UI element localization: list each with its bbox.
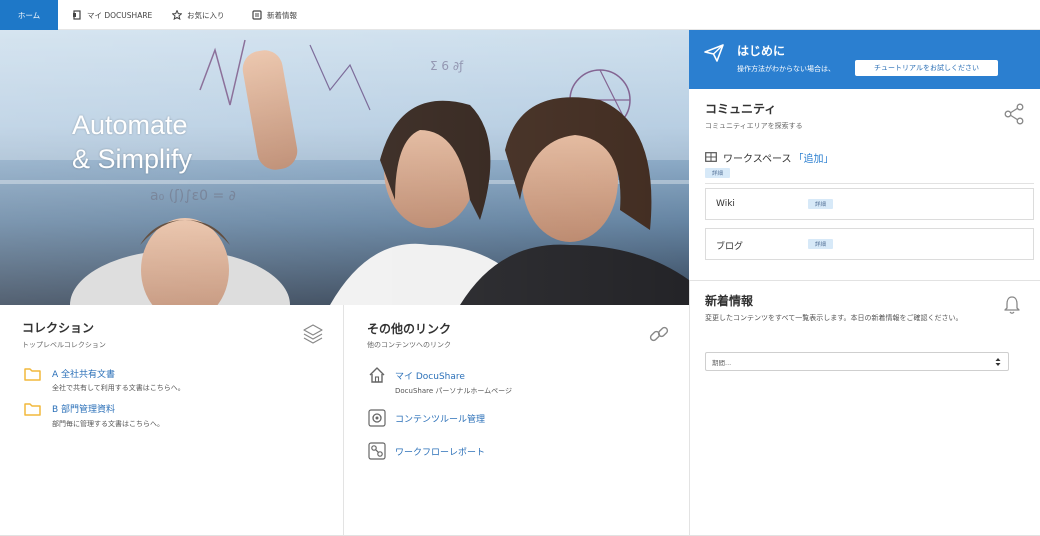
nav-tab-whats-new[interactable]: 新着情報 xyxy=(252,0,297,30)
workspace-detail-badge[interactable]: 詳細 xyxy=(705,168,731,178)
bell-icon[interactable] xyxy=(1003,295,1021,315)
community-subtitle: コミュニティエリアを探索する xyxy=(705,122,803,130)
column-divider xyxy=(689,281,690,536)
news-description: 変更したコンテンツをすべて一覧表示します。本日の新着情報をご確認ください。 xyxy=(705,314,963,322)
blog-card[interactable]: ブログ 詳細 xyxy=(705,228,1034,260)
column-divider xyxy=(343,305,344,536)
hero-title-line-2: & Simplify xyxy=(72,144,193,174)
wiki-detail-badge[interactable]: 詳細 xyxy=(808,199,834,209)
link-my-docushare-desc: DocuShare パーソナルホームページ xyxy=(395,387,513,395)
divider xyxy=(705,183,1034,184)
table-icon xyxy=(705,152,717,162)
wiki-card[interactable]: Wiki 詳細 xyxy=(705,188,1034,220)
nav-tab-favorites[interactable]: お気に入り xyxy=(172,0,225,30)
gear-icon xyxy=(368,409,386,427)
folder-icon xyxy=(24,403,41,416)
getting-started-title: はじめに xyxy=(737,44,786,58)
document-icon xyxy=(72,10,82,20)
collections-title: コレクション xyxy=(22,321,95,335)
link-icon xyxy=(649,326,669,342)
links-subtitle: 他のコンテンツへのリンク xyxy=(367,341,451,349)
workspace-row: ワークスペース 「追加」 xyxy=(705,150,834,165)
links-title: その他のリンク xyxy=(367,322,452,336)
nav-tab-whats-new-label: 新着情報 xyxy=(267,10,297,20)
news-title: 新着情報 xyxy=(705,294,754,308)
workflow-icon xyxy=(368,442,386,460)
layers-icon xyxy=(303,324,323,344)
link-my-docushare[interactable]: マイ DocuShare xyxy=(395,369,465,382)
hero-title: Automate & Simplify xyxy=(72,108,192,176)
nav-tab-my-docushare-label: マイ DOCUSHARE xyxy=(87,10,153,20)
nav-tab-home[interactable]: ホーム xyxy=(0,0,58,30)
paper-plane-icon xyxy=(704,44,724,62)
nav-tab-home-label: ホーム xyxy=(17,10,41,20)
select-arrows-icon xyxy=(995,358,1001,366)
community-title: コミュニティ xyxy=(705,102,777,116)
top-navigation: ホーム マイ DOCUSHARE お気に入り 新着情報 xyxy=(0,0,1040,30)
blog-label: ブログ xyxy=(716,242,744,252)
collection-desc-b: 部門毎に管理する文書はこちらへ。 xyxy=(52,420,164,428)
collections-subtitle: トップレベルコレクション xyxy=(22,341,106,349)
link-content-rules[interactable]: コンテンツルール管理 xyxy=(395,412,485,425)
nav-tab-favorites-label: お気に入り xyxy=(187,10,225,20)
hero-title-line-1: Automate xyxy=(72,110,188,140)
divider xyxy=(689,280,1040,281)
tutorial-button[interactable]: チュートリアルをお試しください xyxy=(855,60,998,76)
nav-tab-my-docushare[interactable]: マイ DOCUSHARE xyxy=(72,0,152,30)
link-workflow-report[interactable]: ワークフローレポート xyxy=(395,445,485,458)
collection-link-b[interactable]: B 部門管理資料 xyxy=(52,402,115,415)
period-select[interactable]: 期間... xyxy=(705,352,1009,371)
hero-banner[interactable]: a₀ (ʃ)∫ε0 = ∂ Σ 6 ∂ƒ Automate & Simplify xyxy=(0,30,689,305)
period-select-value: 期間... xyxy=(712,358,732,367)
wiki-label: Wiki xyxy=(716,199,735,209)
star-icon xyxy=(172,10,182,20)
collection-link-a[interactable]: A 全社共有文書 xyxy=(52,367,115,380)
getting-started-banner: はじめに 操作方法がわからない場合は、 チュートリアルをお試しください xyxy=(689,30,1040,89)
workspace-add-link[interactable]: 「追加」 xyxy=(794,150,834,165)
share-icon[interactable] xyxy=(1003,103,1025,125)
news-icon xyxy=(252,10,262,20)
folder-icon xyxy=(24,368,41,381)
workspace-label: ワークスペース xyxy=(723,153,792,165)
blog-detail-badge[interactable]: 詳細 xyxy=(808,239,834,249)
getting-started-description: 操作方法がわからない場合は、 xyxy=(737,65,835,73)
home-icon xyxy=(369,367,385,383)
collection-desc-a: 全社で共有して利用する文書はこちらへ。 xyxy=(52,384,185,392)
